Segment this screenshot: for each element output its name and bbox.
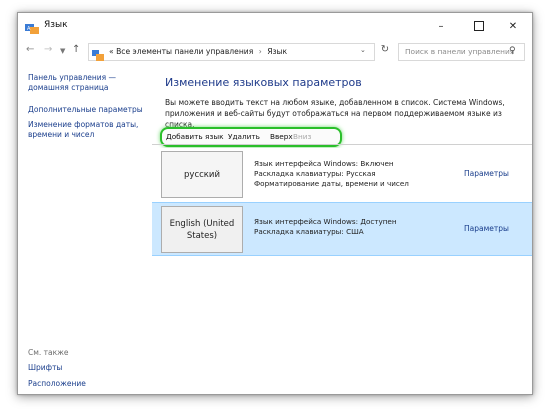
back-arrow-icon[interactable]: ←	[26, 44, 34, 55]
language-info-line: Язык интерфейса Windows: Доступен	[254, 217, 397, 226]
title-bar: A Язык – ✕	[18, 13, 532, 40]
sidebar-link-fonts[interactable]: Шрифты	[28, 363, 62, 373]
language-info: Язык интерфейса Windows: Включен Расклад…	[254, 159, 409, 189]
language-info: Язык интерфейса Windows: Доступен Раскла…	[254, 217, 397, 237]
language-row-russian[interactable]: русский Язык интерфейса Windows: Включен…	[152, 148, 532, 200]
options-link[interactable]: Параметры	[464, 224, 509, 233]
language-info-line: Форматирование даты, времени и чисел	[254, 179, 409, 188]
breadcrumb-item-language[interactable]: Язык	[267, 47, 287, 56]
maximize-icon	[474, 21, 484, 31]
up-arrow-icon[interactable]: ↑	[72, 44, 80, 55]
recent-locations-chevron-icon[interactable]: ▼	[60, 47, 65, 55]
add-language-button[interactable]: Добавить язык	[166, 132, 224, 141]
sidebar-link-location[interactable]: Расположение	[28, 379, 86, 389]
maximize-button[interactable]	[460, 13, 498, 40]
remove-button[interactable]: Удалить	[228, 132, 260, 141]
svg-text:A: A	[27, 26, 31, 32]
language-app-icon: A	[25, 20, 39, 34]
breadcrumb-separator-icon: ›	[258, 47, 262, 56]
language-info-line: Язык интерфейса Windows: Включен	[254, 159, 394, 168]
language-name-button[interactable]: English (United States)	[161, 206, 243, 253]
breadcrumb-overflow[interactable]: «	[109, 47, 114, 56]
move-down-button[interactable]: Вниз	[293, 132, 311, 141]
language-info-line: Раскладка клавиатуры: Русская	[254, 169, 376, 178]
breadcrumb-item-all-items[interactable]: Все элементы панели управления	[116, 47, 253, 56]
toolbar-divider	[152, 144, 532, 145]
language-name-button[interactable]: русский	[161, 151, 243, 198]
address-row: ← → ▼ ↑ « Все элементы панели управления…	[18, 40, 532, 64]
breadcrumb: « Все элементы панели управления › Язык	[109, 47, 287, 56]
search-placeholder: Поиск в панели управления	[405, 47, 515, 56]
refresh-icon[interactable]: ↻	[378, 44, 392, 58]
address-dropdown-icon[interactable]: ⌄	[360, 46, 366, 54]
sidebar: Панель управления — домашняя страница До…	[18, 65, 152, 394]
language-info-line: Раскладка клавиатуры: США	[254, 227, 364, 236]
window-title: Язык	[44, 20, 68, 30]
search-input[interactable]: Поиск в панели управления ⚲	[398, 43, 525, 61]
page-title: Изменение языковых параметров	[165, 76, 362, 89]
address-bar[interactable]: « Все элементы панели управления › Язык …	[88, 43, 375, 61]
minimize-button[interactable]: –	[422, 13, 460, 40]
search-icon[interactable]: ⚲	[509, 46, 516, 56]
control-panel-icon	[92, 46, 104, 61]
sidebar-link-advanced[interactable]: Дополнительные параметры	[28, 105, 143, 115]
move-up-button[interactable]: Вверх	[270, 132, 293, 141]
options-link[interactable]: Параметры	[464, 169, 509, 178]
forward-arrow-icon[interactable]: →	[44, 44, 52, 55]
sidebar-link-formats[interactable]: Изменение форматов даты, времени и чисел	[28, 120, 148, 140]
page-description: Вы можете вводить текст на любом языке, …	[165, 98, 505, 129]
language-row-english[interactable]: English (United States) Язык интерфейса …	[152, 202, 532, 256]
sidebar-link-home[interactable]: Панель управления — домашняя страница	[28, 73, 148, 93]
language-window: A Язык – ✕ ← → ▼ ↑ « Все элементы панели…	[17, 12, 533, 395]
see-also-label: См. также	[28, 348, 69, 357]
close-button[interactable]: ✕	[494, 13, 532, 40]
